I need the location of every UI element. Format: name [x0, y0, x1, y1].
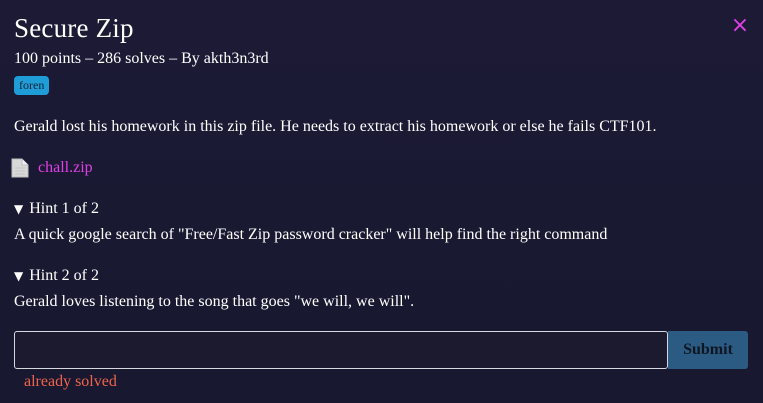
close-icon[interactable]: ×	[730, 14, 750, 38]
challenge-meta: 100 points – 286 solves – By akth3n3rd	[14, 50, 269, 67]
hint-2-text: Gerald loves listening to the song that …	[14, 293, 415, 310]
download-link[interactable]: chall.zip	[38, 158, 93, 178]
hint-2-label: Hint 2 of 2	[29, 267, 100, 284]
solved-status: already solved	[24, 373, 117, 390]
file-icon	[11, 158, 29, 178]
flag-input[interactable]	[14, 331, 668, 369]
challenge-modal: Secure Zip × 100 points – 286 solves – B…	[0, 0, 763, 403]
hint-1-text: A quick google search of "Free/Fast Zip …	[14, 226, 608, 243]
hint-1-label: Hint 1 of 2	[29, 200, 100, 217]
expanded-triangle-icon: ▼	[14, 202, 24, 216]
hint-1-toggle[interactable]: ▼ Hint 1 of 2	[14, 199, 99, 219]
category-tag: foren	[14, 76, 50, 95]
attachment: chall.zip	[11, 157, 93, 179]
expanded-triangle-icon: ▼	[14, 269, 24, 283]
challenge-description: Gerald lost his homework in this zip fil…	[14, 118, 657, 135]
challenge-title: Secure Zip	[14, 13, 134, 43]
submit-button[interactable]: Submit	[668, 331, 748, 369]
hint-2-toggle[interactable]: ▼ Hint 2 of 2	[14, 266, 99, 286]
